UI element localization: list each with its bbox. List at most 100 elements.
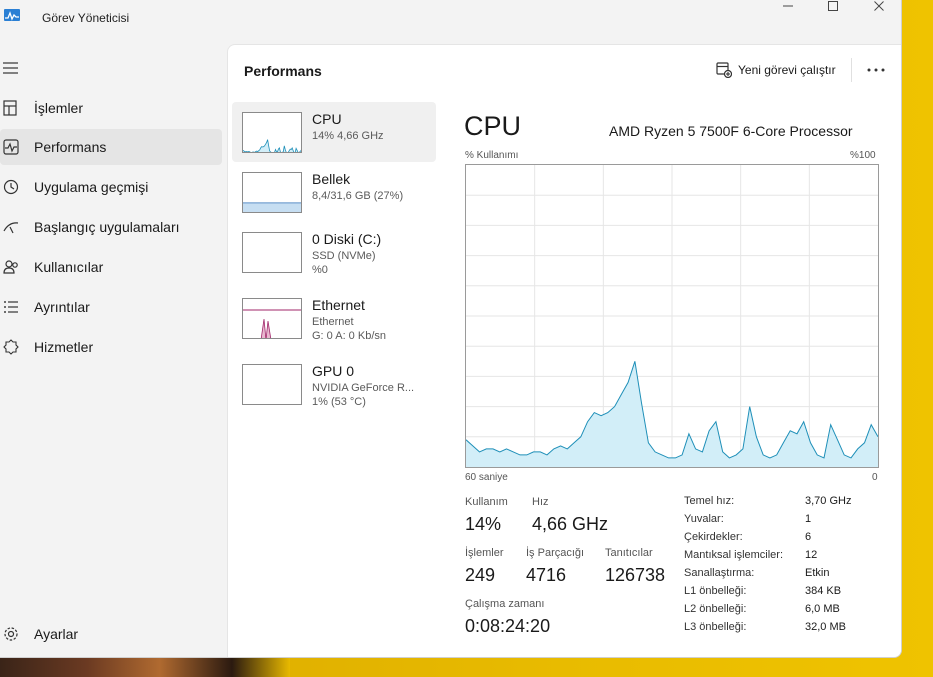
spec-key-l3-cache: L3 önbelleği: xyxy=(684,621,747,633)
panel-header: Performans Yeni görevi çalıştır xyxy=(228,45,901,95)
more-options-icon[interactable] xyxy=(866,67,886,73)
sidebar-item-performance[interactable]: Performans xyxy=(0,129,222,165)
cpu-usage-graph-svg xyxy=(465,165,879,467)
device-name: 0 Diski (C:) xyxy=(312,231,382,247)
threads-value: 4716 xyxy=(526,565,567,585)
processes-label: İşlemler xyxy=(465,547,504,559)
sidebar-item-users[interactable]: Kullanıcılar xyxy=(0,249,222,285)
run-task-label: Yeni görevi çalıştır xyxy=(738,63,836,77)
spec-value-l1-cache: 384 KB xyxy=(805,585,842,597)
sidebar-item-processes[interactable]: İşlemler xyxy=(0,90,222,126)
detail-title: CPU xyxy=(464,111,522,141)
handles-label: Tanıtıcılar xyxy=(605,547,653,559)
processes-value: 249 xyxy=(465,565,496,585)
memory-mini-graph xyxy=(242,172,302,213)
run-new-task-button[interactable]: Yeni görevi çalıştır xyxy=(716,59,836,81)
x-axis-right-label: 0 xyxy=(872,472,878,483)
details-icon xyxy=(4,301,18,313)
usage-value: 14% xyxy=(465,514,502,534)
spec-key-sockets: Yuvalar: xyxy=(684,513,724,525)
spec-value-sockets: 1 xyxy=(805,513,812,525)
device-item-memory[interactable]: Bellek 8,4/31,6 GB (27%) xyxy=(232,162,436,222)
device-name: GPU 0 xyxy=(312,363,355,379)
close-icon xyxy=(874,1,884,11)
sidebar-item-settings[interactable]: Ayarlar xyxy=(0,616,222,652)
uptime-label: Çalışma zamanı xyxy=(465,598,545,610)
handles-value: 126738 xyxy=(605,565,666,585)
sidebar-item-app-history[interactable]: Uygulama geçmişi xyxy=(0,169,222,205)
performance-icon xyxy=(3,139,19,155)
desktop-wallpaper-figure xyxy=(0,655,290,677)
close-button[interactable] xyxy=(856,0,901,14)
navigation-sidebar: İşlemler Performans Uygulama geçmişi Baş… xyxy=(0,44,227,657)
sidebar-item-startup-apps[interactable]: Başlangıç uygulamaları xyxy=(0,209,222,245)
uptime-value: 0:08:24:20 xyxy=(465,616,551,636)
cpu-mini-line xyxy=(243,139,301,152)
gpu-mini-graph xyxy=(242,364,302,405)
device-item-gpu[interactable]: GPU 0 NVIDIA GeForce R... 1% (53 °C) xyxy=(232,354,436,414)
spec-value-l3-cache: 32,0 MB xyxy=(805,621,846,633)
hamburger-menu-icon[interactable] xyxy=(3,61,19,75)
sidebar-item-label: İşlemler xyxy=(34,100,84,116)
users-icon xyxy=(3,260,18,274)
sidebar-item-details[interactable]: Ayrıntılar xyxy=(0,289,222,325)
ethernet-mini-graph-svg xyxy=(243,309,301,338)
minimize-icon xyxy=(783,5,793,7)
speed-value: 4,66 GHz xyxy=(532,514,609,534)
device-type: Ethernet xyxy=(312,316,354,328)
task-manager-app-icon xyxy=(4,9,20,21)
x-axis-left-label: 60 saniye xyxy=(465,472,508,483)
sidebar-item-label: Performans xyxy=(34,139,107,155)
device-type: SSD (NVMe) xyxy=(312,250,376,262)
device-summary: 8,4/31,6 GB (27%) xyxy=(312,190,404,202)
page-title: Performans xyxy=(244,63,322,79)
device-type: NVIDIA GeForce R... xyxy=(312,382,415,394)
speed-label: Hız xyxy=(532,496,549,508)
device-summary: 1% (53 °C) xyxy=(312,396,366,408)
gear-icon xyxy=(4,627,18,641)
memory-mini-graph-svg xyxy=(243,202,301,212)
device-item-ethernet[interactable]: Ethernet Ethernet G: 0 A: 0 Kb/sn xyxy=(232,288,436,348)
device-name: Ethernet xyxy=(312,297,365,313)
threads-label: İş Parçacığı xyxy=(526,547,585,559)
usage-label: Kullanım xyxy=(465,496,508,508)
cpu-usage-graph xyxy=(465,164,879,468)
y-axis-max-label: %100 xyxy=(850,150,876,161)
device-summary: 14% 4,66 GHz xyxy=(312,130,384,142)
device-summary: %0 xyxy=(312,264,328,276)
spec-value-virtualization: Etkin xyxy=(805,567,830,579)
device-item-disk[interactable]: 0 Diski (C:) SSD (NVMe) %0 xyxy=(232,222,436,282)
processes-icon xyxy=(3,100,17,116)
spec-value-cores: 6 xyxy=(805,531,812,543)
sidebar-item-label: Ayrıntılar xyxy=(34,299,90,315)
sidebar-item-label: Başlangıç uygulamaları xyxy=(34,219,180,235)
services-icon xyxy=(3,339,19,355)
maximize-button[interactable] xyxy=(810,0,856,14)
history-icon xyxy=(3,179,19,195)
spec-key-l1-cache: L1 önbelleği: xyxy=(684,585,747,597)
memory-mini-fill xyxy=(243,202,301,212)
sidebar-item-label: Uygulama geçmişi xyxy=(34,179,149,195)
spec-key-virtualization: Sanallaştırma: xyxy=(684,567,755,579)
device-summary: G: 0 A: 0 Kb/sn xyxy=(312,330,386,342)
spec-key-cores: Çekirdekler: xyxy=(684,531,743,543)
cpu-mini-graph xyxy=(242,112,302,153)
device-name: CPU xyxy=(312,111,342,127)
device-name: Bellek xyxy=(312,171,351,187)
disk-mini-graph xyxy=(242,232,302,273)
header-separator xyxy=(851,58,852,82)
window-title: Görev Yöneticisi xyxy=(42,11,130,25)
spec-key-l2-cache: L2 önbelleği: xyxy=(684,603,747,615)
performance-panel: Performans Yeni görevi çalıştır CPU 14% … xyxy=(227,44,901,657)
title-bar: Görev Yöneticisi xyxy=(0,0,901,36)
settings-label: Ayarlar xyxy=(34,626,79,642)
task-manager-window: Görev Yöneticisi İşlemler Performans Uyg… xyxy=(0,0,902,658)
run-task-icon xyxy=(716,62,732,78)
cpu-mini-graph-svg xyxy=(243,139,301,152)
sidebar-item-label: Kullanıcılar xyxy=(34,259,104,275)
sidebar-item-services[interactable]: Hizmetler xyxy=(0,329,222,365)
device-item-cpu[interactable]: CPU 14% 4,66 GHz xyxy=(232,102,436,162)
minimize-button[interactable] xyxy=(765,0,811,14)
maximize-icon xyxy=(828,1,838,11)
spec-value-base-speed: 3,70 GHz xyxy=(805,495,852,507)
